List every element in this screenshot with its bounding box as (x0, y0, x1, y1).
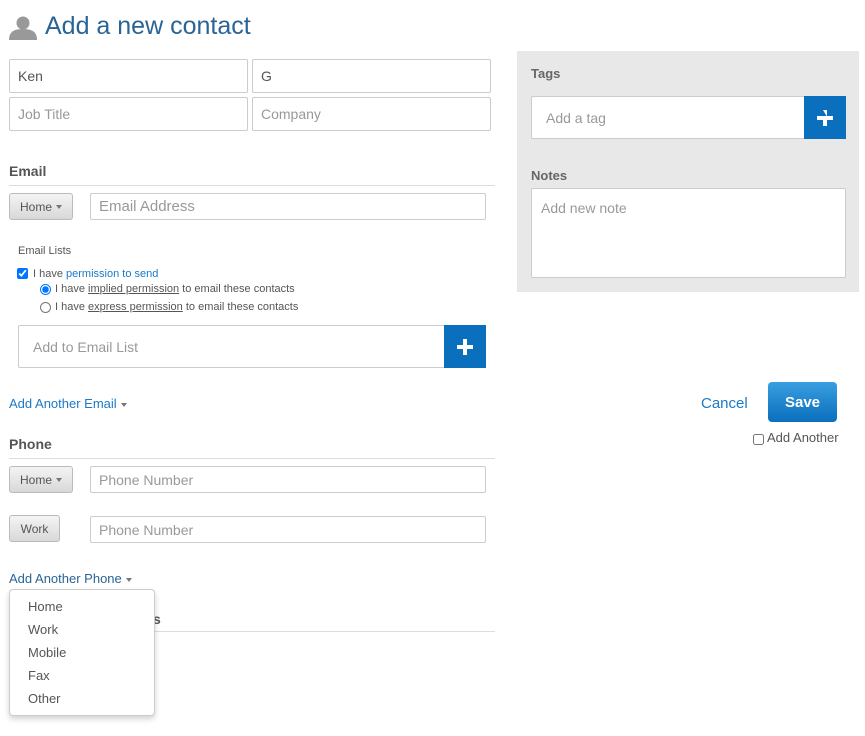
add-another-email-link[interactable]: Add Another Email (9, 396, 127, 411)
phone-type-button-work[interactable]: Work (9, 515, 60, 542)
email-type-label: Home (19, 199, 52, 214)
cancel-link[interactable]: Cancel (701, 395, 748, 412)
email-type-dropdown[interactable]: Home (9, 193, 73, 220)
add-another-label: Add Another (767, 430, 839, 445)
caret-down-icon (56, 477, 62, 482)
phone-type-label: Home (19, 472, 52, 487)
implied-permission-link[interactable]: implied permission (88, 283, 179, 295)
plus-icon (817, 109, 833, 126)
first-name-input[interactable]: Ken (9, 59, 248, 93)
express-permission-link[interactable]: express permission (88, 301, 183, 313)
plus-icon (457, 338, 473, 355)
add-another-phone-label: Add Another Phone (9, 571, 122, 586)
add-email-list-button[interactable] (444, 325, 486, 368)
phone-type-dropdown-home[interactable]: Home (9, 466, 73, 493)
caret-down-icon (120, 402, 127, 407)
permission-link[interactable]: permission to send (66, 268, 158, 280)
add-another-email-label: Add Another Email (9, 396, 117, 411)
company-input[interactable]: Company (252, 97, 491, 131)
last-name-input[interactable]: G (252, 59, 491, 93)
express-post: to email these contacts (182, 301, 299, 313)
email-address-input[interactable]: Email Address (90, 193, 486, 220)
menu-item-other[interactable]: Other (10, 688, 154, 711)
email-lists-label: Email Lists (18, 245, 72, 257)
implied-post: to email these contacts (179, 283, 295, 295)
add-tag-button[interactable] (804, 96, 846, 139)
notes-label: Notes (531, 168, 568, 183)
email-heading: Email (9, 163, 495, 186)
caret-down-icon (56, 204, 62, 209)
email-list-input[interactable]: Add to Email List (18, 325, 446, 368)
implied-permission-radio[interactable] (40, 284, 51, 295)
add-another-phone-dropdown[interactable]: Add Another Phone (9, 571, 132, 586)
save-button[interactable]: Save (768, 382, 837, 422)
job-title-input[interactable]: Job Title (9, 97, 248, 131)
notes-textarea[interactable]: Add new note (531, 188, 846, 278)
menu-item-fax[interactable]: Fax (10, 665, 154, 688)
phone-number-input[interactable]: Phone Number (90, 516, 486, 543)
phone-number-input[interactable]: Phone Number (90, 466, 486, 493)
phone-type-menu: Home Work Mobile Fax Other (9, 589, 155, 716)
person-icon (9, 16, 37, 40)
menu-item-mobile[interactable]: Mobile (10, 642, 154, 665)
permission-checkbox[interactable] (17, 268, 28, 279)
implied-pre: I have (55, 283, 89, 295)
phone-heading: Phone (9, 436, 495, 459)
express-pre: I have (55, 301, 89, 313)
page-title: Add a new contact (45, 12, 251, 40)
permission-prefix: I have (33, 268, 67, 280)
express-permission-radio[interactable] (40, 302, 51, 313)
caret-down-icon (125, 577, 132, 582)
add-another-checkbox[interactable] (753, 434, 764, 445)
menu-item-home[interactable]: Home (10, 596, 154, 619)
tag-input[interactable]: Add a tag (531, 96, 806, 139)
tags-label: Tags (531, 66, 561, 81)
menu-item-work[interactable]: Work (10, 619, 154, 642)
